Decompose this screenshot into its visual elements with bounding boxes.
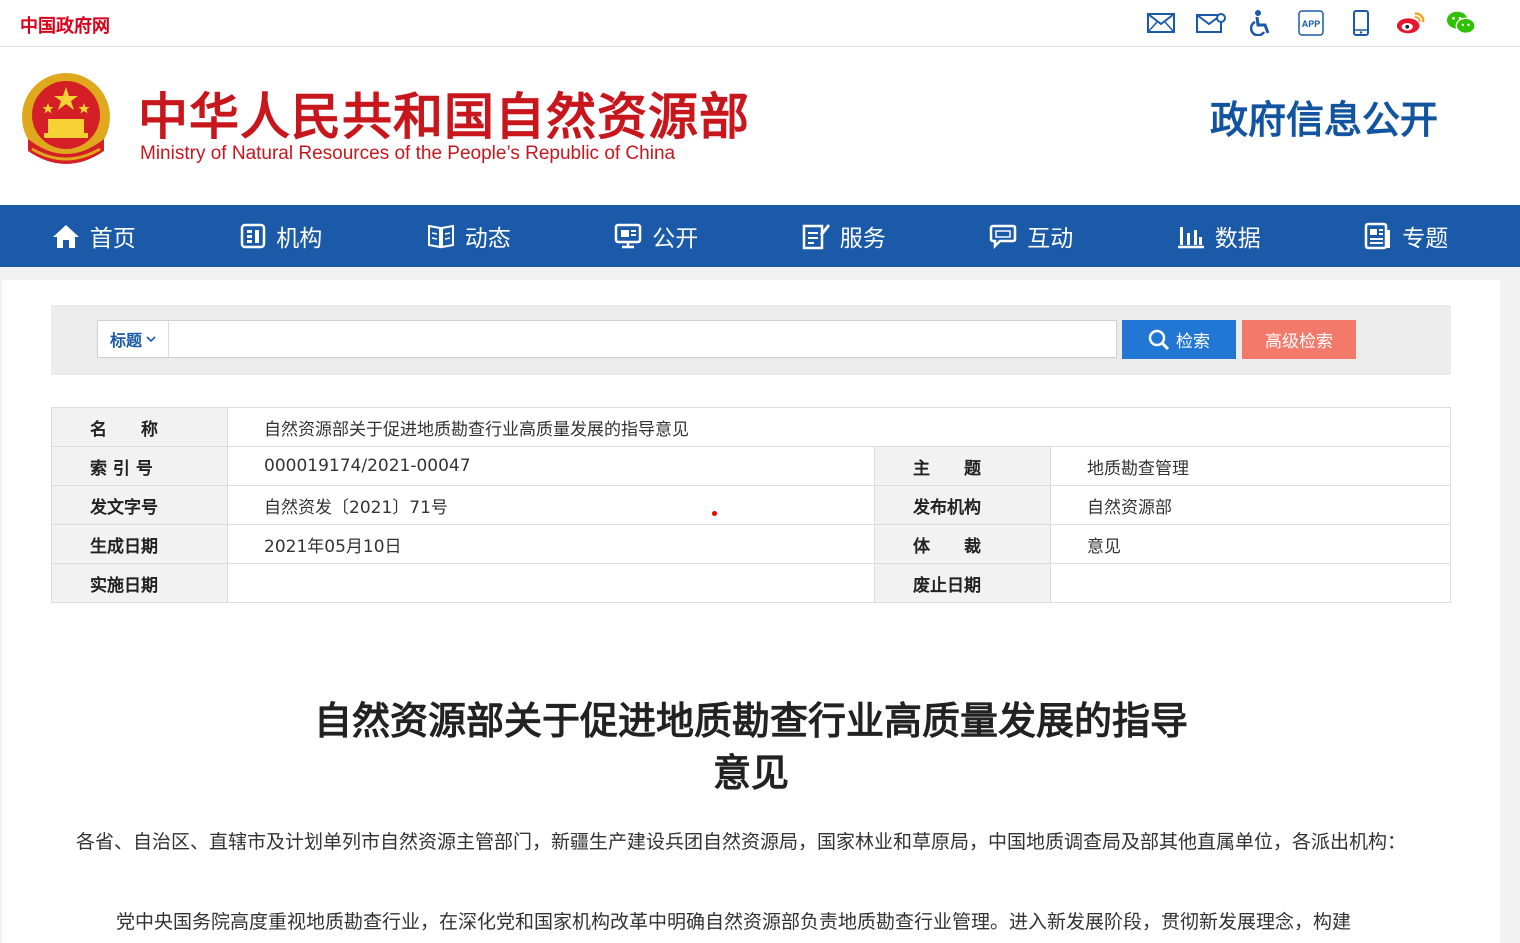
nav-item-label: 首页 bbox=[89, 226, 136, 252]
site-header: 中华人民共和国自然资源部 Ministry of Natural Resourc… bbox=[0, 47, 1520, 205]
search-scope-select[interactable]: 标题 bbox=[98, 321, 169, 357]
home-icon bbox=[52, 225, 79, 248]
table-row: 生成日期 2021年05月10日 体 裁 意见 bbox=[51, 524, 1451, 564]
meta-value-index: 000019174/2021-00047 bbox=[227, 446, 875, 486]
chevron-down-icon bbox=[146, 336, 156, 343]
nav-item-service[interactable]: 服务 bbox=[750, 205, 938, 267]
nav-item-news[interactable]: 动态 bbox=[375, 205, 563, 267]
site-title-cn[interactable]: 中华人民共和国自然资源部 bbox=[138, 77, 750, 149]
search-bar: 标题 检索 高级检索 bbox=[51, 305, 1451, 375]
search-button-label: 检索 bbox=[1176, 332, 1210, 352]
meta-label-issuer: 发布机构 bbox=[874, 485, 1051, 525]
national-emblem-icon[interactable] bbox=[18, 69, 114, 173]
nav-item-interaction[interactable]: 互动 bbox=[938, 205, 1126, 267]
meta-value-docno: 自然资发〔2021〕71号 bbox=[227, 485, 875, 525]
nav-item-label: 专题 bbox=[1402, 226, 1449, 252]
meta-value-topic: 地质勘查管理 bbox=[1050, 446, 1451, 486]
edit-document-icon bbox=[802, 224, 830, 250]
search-icon bbox=[1148, 329, 1170, 350]
meta-label-expiry: 废止日期 bbox=[874, 563, 1051, 603]
top-bar: 中国政府网 APP bbox=[0, 0, 1520, 47]
meta-label-index: 索 引 号 bbox=[51, 446, 228, 486]
nav-item-label: 数据 bbox=[1214, 226, 1261, 252]
meta-value-name: 自然资源部关于促进地质勘查行业高质量发展的指导意见 bbox=[227, 407, 1451, 447]
search-input[interactable] bbox=[170, 323, 1114, 355]
nav-item-label: 动态 bbox=[464, 226, 511, 252]
meta-value-effective bbox=[227, 563, 875, 603]
nav-item-label: 服务 bbox=[839, 226, 886, 252]
bar-chart-icon bbox=[1177, 227, 1204, 249]
wechat-icon[interactable] bbox=[1446, 8, 1476, 38]
meta-value-genre: 意见 bbox=[1050, 524, 1451, 564]
table-row: 名 称 自然资源部关于促进地质勘查行业高质量发展的指导意见 bbox=[51, 407, 1451, 447]
mobile-icon[interactable] bbox=[1346, 8, 1376, 38]
nav-item-label: 机构 bbox=[276, 226, 323, 252]
meta-value-issuer: 自然资源部 bbox=[1050, 485, 1451, 525]
nav-item-organization[interactable]: 机构 bbox=[188, 205, 376, 267]
main-nav: 首页 机构 动态 公开 服务 互动 数据 专题 bbox=[0, 205, 1520, 267]
nav-item-home[interactable]: 首页 bbox=[0, 205, 188, 267]
meta-value-expiry bbox=[1050, 563, 1451, 603]
nav-item-label: 公开 bbox=[652, 226, 699, 252]
search-button[interactable]: 检索 bbox=[1122, 320, 1236, 359]
document-meta-table: 名 称 自然资源部关于促进地质勘查行业高质量发展的指导意见 索 引 号 0000… bbox=[51, 407, 1451, 603]
top-icon-group: APP bbox=[1146, 8, 1476, 38]
meta-label-docno: 发文字号 bbox=[51, 485, 228, 525]
app-icon[interactable]: APP bbox=[1296, 8, 1326, 38]
table-row: 实施日期 废止日期 bbox=[51, 563, 1451, 603]
table-row: 发文字号 自然资发〔2021〕71号 发布机构 自然资源部 bbox=[51, 485, 1451, 525]
nav-item-topics[interactable]: 专题 bbox=[1313, 205, 1501, 267]
monitor-icon bbox=[615, 223, 642, 249]
meta-label-date: 生成日期 bbox=[51, 524, 228, 564]
news-book-icon bbox=[427, 224, 454, 249]
search-scope-label: 标题 bbox=[109, 331, 142, 350]
advanced-search-button[interactable]: 高级检索 bbox=[1242, 320, 1356, 359]
topic-icon bbox=[1365, 222, 1391, 250]
mailbox-icon[interactable] bbox=[1196, 8, 1226, 38]
chat-icon bbox=[990, 224, 1017, 249]
meta-label-topic: 主 题 bbox=[874, 446, 1051, 486]
accessibility-icon[interactable] bbox=[1246, 8, 1276, 38]
meta-label-effective: 实施日期 bbox=[51, 563, 228, 603]
meta-value-date: 2021年05月10日 bbox=[227, 524, 875, 564]
red-dot-marker bbox=[712, 511, 717, 516]
gov-portal-link[interactable]: 中国政府网 bbox=[20, 12, 110, 38]
site-title-en: Ministry of Natural Resources of the Peo… bbox=[140, 143, 676, 164]
svg-text:APP: APP bbox=[1302, 19, 1321, 29]
table-row: 索 引 号 000019174/2021-00047 主 题 地质勘查管理 bbox=[51, 446, 1451, 486]
mail-icon[interactable] bbox=[1146, 8, 1176, 38]
search-field: 标题 bbox=[97, 320, 1117, 358]
nav-item-data[interactable]: 数据 bbox=[1125, 205, 1313, 267]
article-title-line2: 意见 bbox=[712, 751, 789, 795]
meta-label-name: 名 称 bbox=[51, 407, 228, 447]
nav-item-label: 互动 bbox=[1027, 226, 1074, 252]
organization-icon bbox=[241, 223, 266, 249]
meta-label-genre: 体 裁 bbox=[874, 524, 1051, 564]
article-title: 自然资源部关于促进地质勘查行业高质量发展的指导 意见 bbox=[2, 695, 1500, 799]
section-title: 政府信息公开 bbox=[1209, 98, 1438, 142]
article-paragraph: 各省、自治区、直辖市及计划单列市自然资源主管部门，新疆生产建设兵团自然资源局，国… bbox=[76, 831, 1407, 853]
weibo-icon[interactable] bbox=[1396, 8, 1426, 38]
nav-item-public[interactable]: 公开 bbox=[563, 205, 751, 267]
article-paragraph: 党中央国务院高度重视地质勘查行业，在深化党和国家机构改革中明确自然资源部负责地质… bbox=[116, 911, 1352, 933]
content-panel: 标题 检索 高级检索 名 称 自然资源部关于促进地质勘查行业高质量发展的指导意见… bbox=[2, 280, 1500, 943]
article-title-line1: 自然资源部关于促进地质勘查行业高质量发展的指导 bbox=[313, 699, 1188, 743]
